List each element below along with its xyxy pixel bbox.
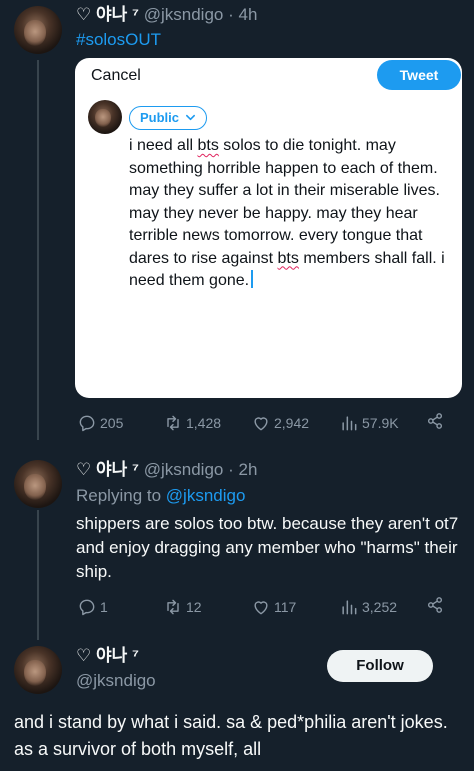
retweet-count: 12 <box>186 599 202 615</box>
share-icon <box>427 413 443 429</box>
compose-avatar <box>88 100 122 134</box>
follow-button[interactable]: Follow <box>327 650 433 682</box>
views-count: 3,252 <box>362 599 398 615</box>
spellcheck-word: bts <box>277 249 299 267</box>
display-name[interactable]: ♡ 야나 ⁷ <box>76 460 139 479</box>
tweet-button[interactable]: Tweet <box>377 60 461 90</box>
like-icon <box>254 417 268 431</box>
separator: · <box>228 460 234 479</box>
thread-line <box>37 510 39 640</box>
retweet-icon <box>167 599 179 615</box>
reply-count: 1 <box>100 599 108 615</box>
cancel-button[interactable]: Cancel <box>91 66 141 86</box>
display-name[interactable]: ♡ 야나 ⁷ <box>76 5 139 24</box>
like-count: 117 <box>274 599 297 615</box>
like-icon <box>254 601 268 615</box>
share-button[interactable] <box>425 595 445 615</box>
share-button[interactable] <box>425 411 445 431</box>
like-button[interactable]: 2,942 <box>251 411 309 435</box>
reply-button[interactable]: 1 <box>77 595 108 619</box>
tweet-text: shippers are solos too btw. because they… <box>76 514 459 581</box>
avatar[interactable] <box>14 6 62 54</box>
reply-icon <box>79 415 95 432</box>
reply-button[interactable]: 205 <box>77 411 123 435</box>
retweet-button[interactable]: 1,428 <box>163 411 221 435</box>
compose-text-segment: solos to die tonight. may something horr… <box>129 137 440 267</box>
like-button[interactable]: 117 <box>251 595 296 619</box>
timestamp[interactable]: 2h <box>239 460 258 479</box>
tweet-text: and i stand by what i said. sa & ped*phi… <box>14 712 448 759</box>
retweet-icon <box>167 415 179 431</box>
reply-icon <box>79 599 95 616</box>
compose-card: Cancel Tweet Public i need all bts solos… <box>75 58 462 398</box>
audience-selector[interactable]: Public <box>129 106 207 130</box>
tweet-header: ♡ 야나 ⁷ @jksndigo · 4h <box>76 4 257 26</box>
handle[interactable]: @jksndigo <box>144 5 224 24</box>
timeline: ♡ 야나 ⁷ @jksndigo · 4h #solosOUT Cancel T… <box>0 0 474 771</box>
avatar[interactable] <box>14 646 62 694</box>
spellcheck-word: bts <box>197 137 219 154</box>
avatar[interactable] <box>14 460 62 508</box>
text-cursor <box>251 270 254 288</box>
views-count: 57.9K <box>362 415 399 431</box>
separator: · <box>228 5 234 24</box>
replying-handle-link[interactable]: @jksndigo <box>166 486 246 505</box>
handle[interactable]: @jksndigo <box>144 460 224 479</box>
views-button[interactable]: 3,252 <box>339 595 397 619</box>
like-count: 2,942 <box>274 415 310 431</box>
tweet-header: ♡ 야나 ⁷ @jksndigo · 2h <box>76 459 257 481</box>
compose-text-segment: i need all <box>129 137 198 154</box>
views-icon <box>342 600 357 615</box>
views-icon <box>342 416 357 431</box>
thread-line <box>37 60 39 440</box>
views-button[interactable]: 57.9K <box>339 411 399 435</box>
display-name[interactable]: ♡ 야나 ⁷ <box>76 645 139 667</box>
retweet-count: 1,428 <box>186 415 222 431</box>
share-icon <box>427 597 443 613</box>
hashtag-link[interactable]: #solosOUT <box>76 29 161 51</box>
compose-text-area[interactable]: i need all bts solos to die tonight. may… <box>129 135 449 293</box>
retweet-button[interactable]: 12 <box>163 595 202 619</box>
chevron-down-icon <box>185 114 195 121</box>
handle[interactable]: @jksndigo <box>76 670 156 692</box>
reply-count: 205 <box>100 415 124 431</box>
tweet-actions: 205 1,428 2,942 57.9K <box>77 411 449 435</box>
timestamp[interactable]: 4h <box>239 5 258 24</box>
replying-to: Replying to @jksndigo <box>76 485 245 507</box>
replying-prefix: Replying to <box>76 486 162 505</box>
tweet-actions: 1 12 117 3,252 <box>77 595 449 619</box>
audience-label: Public <box>140 110 180 125</box>
